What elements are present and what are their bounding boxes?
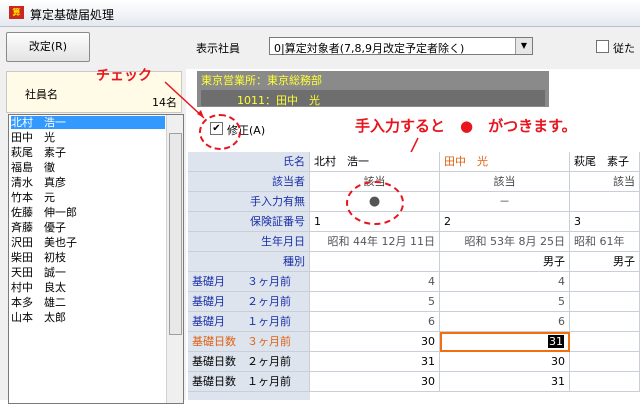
grid-cell[interactable]: 6 [440, 312, 570, 332]
data-grid: 氏名 北村 浩一 田中 光 萩尾 素子 該当者 該当 該当 該当 手入力有無 ●… [188, 152, 640, 400]
row-label: 該当者 [188, 172, 310, 192]
row-label: 基礎日数 ３ヶ月前 [188, 332, 310, 352]
grid-cell[interactable]: 30 [440, 352, 570, 372]
grid-cell[interactable]: 該当 [440, 172, 570, 192]
grid-cell[interactable]: 30 [310, 372, 440, 392]
row-label: 基礎月 １ヶ月前 [188, 312, 310, 332]
grid-cell[interactable]: － [440, 192, 570, 212]
row-label: 保険証番号 [188, 212, 310, 232]
grid-cell[interactable] [570, 292, 640, 312]
row-label: 基礎日数 １ヶ月前 [188, 372, 310, 392]
grid-cell[interactable]: 昭和 53年 8月 25日 [440, 232, 570, 252]
grid-cell[interactable]: 昭和 61年 [570, 232, 640, 252]
row-label: 基礎月 ２ヶ月前 [188, 292, 310, 312]
grid-cell[interactable]: 4 [310, 272, 440, 292]
grid-cell[interactable] [570, 272, 640, 292]
grid-cell[interactable]: 31 [440, 372, 570, 392]
name-header: 氏名 [188, 152, 310, 172]
grid-cell[interactable]: 男子 [440, 252, 570, 272]
column-header[interactable]: 萩尾 素子 [570, 152, 640, 172]
grid-cell[interactable]: 昭和 44年 12月 11日 [310, 232, 440, 252]
grid-cell[interactable] [310, 252, 440, 272]
grid-cell[interactable] [570, 312, 640, 332]
selected-grid-cell[interactable]: 31 [440, 332, 570, 352]
grid-cell[interactable]: 3 [570, 212, 640, 232]
grid-cell[interactable] [570, 352, 640, 372]
selected-cell-value: 31 [548, 335, 564, 348]
row-label: 生年月日 [188, 232, 310, 252]
arrow-to-checkbox [164, 81, 205, 119]
row-label: 手入力有無 [188, 192, 310, 212]
grid-cell[interactable]: 6 [310, 312, 440, 332]
row-label: 種別 [188, 252, 310, 272]
grid-cell[interactable]: 該当 [570, 172, 640, 192]
dot-highlight-circle [346, 181, 404, 225]
grid-cell[interactable] [570, 372, 640, 392]
manual-entry-annotation: 手入力すると ● がつきます。 [355, 117, 577, 135]
row-label: 基礎日数 ２ヶ月前 [188, 352, 310, 372]
grid-cell[interactable]: 5 [440, 292, 570, 312]
row-label: 基礎月 ３ヶ月前 [188, 272, 310, 292]
grid-cell[interactable]: 5 [310, 292, 440, 312]
grid-cell[interactable] [570, 332, 640, 352]
grid-cell[interactable]: 31 [310, 352, 440, 372]
grid-cell[interactable]: 2 [440, 212, 570, 232]
grid-cell[interactable]: 4 [440, 272, 570, 292]
grid-cell[interactable]: 30 [310, 332, 440, 352]
checkbox-highlight-circle [199, 114, 241, 150]
column-header[interactable]: 北村 浩一 [310, 152, 440, 172]
column-header[interactable]: 田中 光 [440, 152, 570, 172]
grid-cell[interactable] [570, 192, 640, 212]
arrow-head [197, 110, 204, 118]
grid-cell[interactable]: 男子 [570, 252, 640, 272]
